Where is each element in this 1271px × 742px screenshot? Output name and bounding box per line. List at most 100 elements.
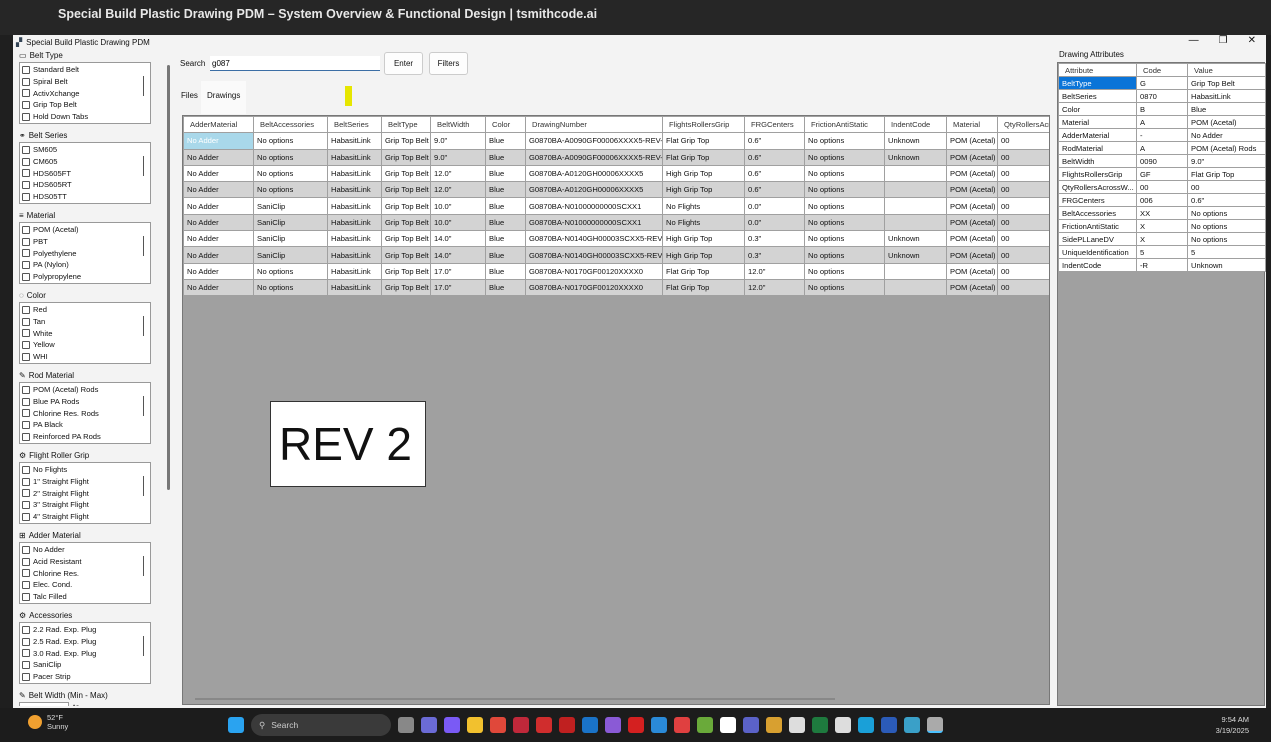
list-scrollbar[interactable] xyxy=(143,556,144,576)
attribute-cell[interactable]: POM (Acetal) Rods xyxy=(1188,142,1266,155)
attribute-cell[interactable]: Grip Top Belt xyxy=(1188,77,1266,90)
filter-option[interactable]: SM605 xyxy=(20,144,150,156)
table-cell[interactable]: High Grip Top xyxy=(663,247,745,263)
column-header[interactable]: BeltType xyxy=(382,117,431,133)
list-scrollbar[interactable] xyxy=(143,396,144,416)
attribute-cell[interactable]: 006 xyxy=(1137,194,1188,207)
checkbox[interactable] xyxy=(22,649,30,657)
checkbox[interactable] xyxy=(22,409,30,417)
checkbox[interactable] xyxy=(22,341,30,349)
table-cell[interactable]: No Flights xyxy=(663,198,745,214)
filter-option[interactable]: WHI xyxy=(20,351,150,363)
app-ghost-icon[interactable] xyxy=(789,717,805,733)
table-cell[interactable]: HabasitLink xyxy=(328,198,382,214)
table-cell[interactable]: 00 xyxy=(998,263,1051,279)
folder-icon[interactable] xyxy=(467,717,483,733)
table-cell[interactable]: Grip Top Belt xyxy=(382,182,431,198)
attribute-cell[interactable]: BeltWidth xyxy=(1059,155,1137,168)
table-cell[interactable]: Grip Top Belt xyxy=(382,231,431,247)
attribute-row[interactable]: QtyRollersAcrossW...0000 xyxy=(1059,181,1266,194)
filter-option[interactable]: PBT xyxy=(20,236,150,248)
table-cell[interactable]: Blue xyxy=(486,247,526,263)
attribute-cell[interactable]: X xyxy=(1137,220,1188,233)
table-cell[interactable]: Grip Top Belt xyxy=(382,263,431,279)
checkbox[interactable] xyxy=(22,661,30,669)
attribute-row[interactable]: FlightsRollersGripGFFlat Grip Top xyxy=(1059,168,1266,181)
attribute-cell[interactable]: -R xyxy=(1137,259,1188,272)
table-cell[interactable]: G0870BA-N0140GH00003SCXX5-REV-B xyxy=(526,247,663,263)
checkbox[interactable] xyxy=(22,558,30,566)
filter-option[interactable]: HDS05TT xyxy=(20,191,150,203)
attribute-cell[interactable]: No Adder xyxy=(1188,129,1266,142)
table-cell[interactable]: HabasitLink xyxy=(328,149,382,165)
attribute-cell[interactable]: IndentCode xyxy=(1059,259,1137,272)
table-cell[interactable] xyxy=(885,165,947,181)
column-header[interactable]: DrawingNumber xyxy=(526,117,663,133)
table-cell[interactable]: No Adder xyxy=(184,149,254,165)
table-cell[interactable]: No Adder xyxy=(184,279,254,295)
attribute-cell[interactable]: Blue xyxy=(1188,103,1266,116)
table-cell[interactable]: Grip Top Belt xyxy=(382,133,431,149)
attribute-cell[interactable]: GF xyxy=(1137,168,1188,181)
chrome-icon[interactable] xyxy=(490,717,506,733)
file-explorer-icon[interactable] xyxy=(421,717,437,733)
table-cell[interactable]: No options xyxy=(805,214,885,230)
table-cell[interactable]: No options xyxy=(254,263,328,279)
checkbox[interactable] xyxy=(22,421,30,429)
table-cell[interactable]: 0.3" xyxy=(745,247,805,263)
checkbox[interactable] xyxy=(22,181,30,189)
filters-button[interactable]: Filters xyxy=(429,52,468,75)
table-cell[interactable]: POM (Acetal) xyxy=(947,198,998,214)
table-cell[interactable]: HabasitLink xyxy=(328,182,382,198)
table-cell[interactable]: SaniClip xyxy=(254,214,328,230)
enter-button[interactable]: Enter xyxy=(384,52,423,75)
checkbox[interactable] xyxy=(22,501,30,509)
list-scrollbar[interactable] xyxy=(143,156,144,176)
attribute-cell[interactable]: RodMaterial xyxy=(1059,142,1137,155)
table-cell[interactable] xyxy=(885,182,947,198)
checkbox[interactable] xyxy=(22,489,30,497)
app-red-icon[interactable] xyxy=(536,717,552,733)
filter-option[interactable]: No Adder xyxy=(20,544,150,556)
filter-option[interactable]: ActivXchange xyxy=(20,87,150,99)
table-cell[interactable]: No Flights xyxy=(663,214,745,230)
windows-start-icon[interactable] xyxy=(228,717,244,733)
attribute-cell[interactable]: 00 xyxy=(1137,181,1188,194)
attribute-row[interactable]: ColorBBlue xyxy=(1059,103,1266,116)
table-cell[interactable]: Blue xyxy=(486,133,526,149)
table-cell[interactable]: Unknown xyxy=(885,149,947,165)
checkbox[interactable] xyxy=(22,113,30,121)
filter-option[interactable]: Spiral Belt xyxy=(20,76,150,88)
attribute-cell[interactable]: G xyxy=(1137,77,1188,90)
table-cell[interactable]: 12.0" xyxy=(745,263,805,279)
table-cell[interactable]: 14.0" xyxy=(431,247,486,263)
filter-option[interactable]: Chlorine Res. Rods xyxy=(20,407,150,419)
attribute-cell[interactable]: A xyxy=(1137,116,1188,129)
table-row[interactable]: No AdderSaniClipHabasitLinkGrip Top Belt… xyxy=(184,247,1051,263)
filter-option[interactable]: Chlorine Res. xyxy=(20,567,150,579)
table-cell[interactable]: No Adder xyxy=(184,133,254,149)
attribute-cell[interactable]: A xyxy=(1137,142,1188,155)
table-cell[interactable]: SaniClip xyxy=(254,231,328,247)
table-cell[interactable]: 00 xyxy=(998,231,1051,247)
column-header[interactable]: FRGCenters xyxy=(745,117,805,133)
column-header[interactable]: BeltWidth xyxy=(431,117,486,133)
edge-icon[interactable] xyxy=(858,717,874,733)
filter-option[interactable]: Grip Top Belt xyxy=(20,99,150,111)
table-cell[interactable]: 10.0" xyxy=(431,198,486,214)
table-cell[interactable]: No Adder xyxy=(184,165,254,181)
table-cell[interactable]: Blue xyxy=(486,165,526,181)
table-cell[interactable]: 9.0" xyxy=(431,149,486,165)
attribute-cell[interactable]: 9.0" xyxy=(1188,155,1266,168)
table-cell[interactable]: 00 xyxy=(998,247,1051,263)
filter-option[interactable]: Pacer Strip xyxy=(20,671,150,683)
table-cell[interactable]: Unknown xyxy=(885,247,947,263)
filter-option[interactable]: PA Black xyxy=(20,419,150,431)
table-cell[interactable]: POM (Acetal) xyxy=(947,149,998,165)
checkbox[interactable] xyxy=(22,318,30,326)
checkbox[interactable] xyxy=(22,146,30,154)
table-cell[interactable]: No Adder xyxy=(184,263,254,279)
attribute-row[interactable]: UniqueIdentification55 xyxy=(1059,246,1266,259)
attribute-cell[interactable]: - xyxy=(1137,129,1188,142)
word-icon[interactable] xyxy=(881,717,897,733)
